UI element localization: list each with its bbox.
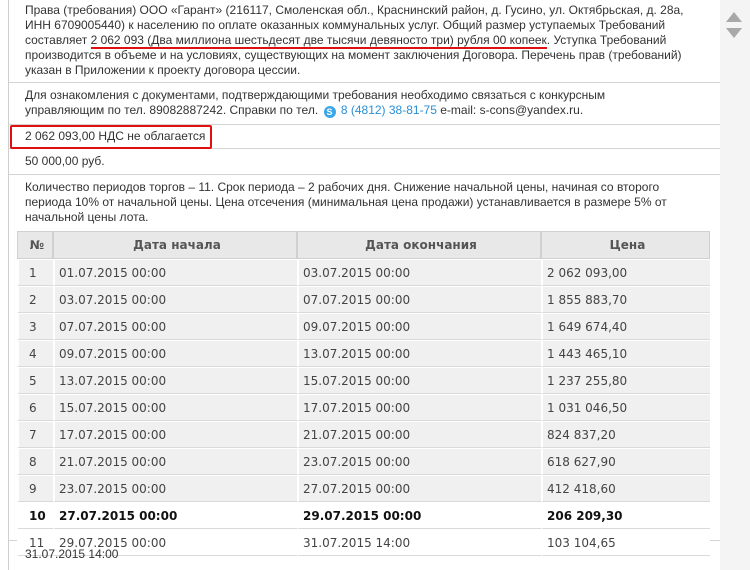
- table-header-row: № Дата начала Дата окончания Цена: [17, 231, 710, 259]
- cell-start-date: 27.07.2015 00:00: [53, 502, 297, 529]
- cell-end-date: 29.07.2015 00:00: [297, 502, 541, 529]
- cell-number: 6: [17, 394, 53, 421]
- cell-number: 9: [17, 475, 53, 502]
- column-header-start-date: Дата начала: [53, 231, 297, 259]
- column-header-end-date: Дата окончания: [297, 231, 541, 259]
- cell-number: 10: [17, 502, 53, 529]
- cell-start-date: 07.07.2015 00:00: [53, 313, 297, 340]
- column-header-price: Цена: [541, 231, 710, 259]
- lot-description: Права (требования) ООО «Гарант» (216117,…: [25, 3, 684, 78]
- contact-section: Для ознакомления с документами, подтверж…: [9, 82, 720, 125]
- cell-end-date: 13.07.2015 00:00: [297, 340, 541, 367]
- cell-end-date: 15.07.2015 00:00: [297, 367, 541, 394]
- cell-price: 618 627,90: [541, 448, 710, 475]
- cell-number: 5: [17, 367, 53, 394]
- end-date: 31.07.2015 14:00: [25, 547, 119, 561]
- scrollbar[interactable]: [720, 0, 750, 570]
- cell-start-date: 09.07.2015 00:00: [53, 340, 297, 367]
- cell-end-date: 23.07.2015 00:00: [297, 448, 541, 475]
- phone-link[interactable]: 8 (4812) 38-81-75: [341, 103, 437, 117]
- highlight-box: [10, 125, 212, 149]
- deposit-amount: 50 000,00 руб.: [25, 154, 105, 168]
- table-row: 4 09.07.2015 00:00 13.07.2015 00:00 1 44…: [17, 340, 710, 367]
- cell-price: 1 855 883,70: [541, 286, 710, 313]
- cell-end-date: 17.07.2015 00:00: [297, 394, 541, 421]
- skype-icon[interactable]: S: [323, 106, 336, 118]
- cell-price: 2 062 093,00: [541, 259, 710, 286]
- cell-price: 824 837,20: [541, 421, 710, 448]
- table-row: 5 13.07.2015 00:00 15.07.2015 00:00 1 23…: [17, 367, 710, 394]
- cell-end-date: 09.07.2015 00:00: [297, 313, 541, 340]
- cell-number: 8: [17, 448, 53, 475]
- deposit-section: 50 000,00 руб.: [9, 148, 720, 175]
- cell-end-date: 07.07.2015 00:00: [297, 286, 541, 313]
- column-header-number: №: [17, 231, 53, 259]
- cell-start-date: 13.07.2015 00:00: [53, 367, 297, 394]
- cell-start-date: 15.07.2015 00:00: [53, 394, 297, 421]
- cell-number: 3: [17, 313, 53, 340]
- cell-price: 1 443 465,10: [541, 340, 710, 367]
- cell-start-date: 03.07.2015 00:00: [53, 286, 297, 313]
- cell-price: 1 649 674,40: [541, 313, 710, 340]
- cell-end-date: 21.07.2015 00:00: [297, 421, 541, 448]
- lot-description-section: Права (требования) ООО «Гарант» (216117,…: [9, 0, 720, 83]
- cell-price: 206 209,30: [541, 502, 710, 529]
- cell-end-date: 27.07.2015 00:00: [297, 475, 541, 502]
- table-row: 9 23.07.2015 00:00 27.07.2015 00:00 412 …: [17, 475, 710, 502]
- scroll-up-arrow-icon[interactable]: [726, 12, 742, 22]
- table-row: 2 03.07.2015 00:00 07.07.2015 00:00 1 85…: [17, 286, 710, 313]
- cell-number: 1: [17, 259, 53, 286]
- table-row-current: 10 27.07.2015 00:00 29.07.2015 00:00 206…: [17, 502, 710, 529]
- scroll-down-arrow-icon[interactable]: [726, 28, 742, 38]
- cell-number: 2: [17, 286, 53, 313]
- cell-number: 4: [17, 340, 53, 367]
- cell-start-date: 17.07.2015 00:00: [53, 421, 297, 448]
- cell-price: 412 418,60: [541, 475, 710, 502]
- cell-number: 7: [17, 421, 53, 448]
- cell-start-date: 23.07.2015 00:00: [53, 475, 297, 502]
- cell-price: 1 237 255,80: [541, 367, 710, 394]
- table-row: 1 01.07.2015 00:00 03.07.2015 00:00 2 06…: [17, 259, 710, 286]
- cell-start-date: 21.07.2015 00:00: [53, 448, 297, 475]
- cell-end-date: 03.07.2015 00:00: [297, 259, 541, 286]
- periods-description: Количество периодов торгов – 11. Срок пе…: [25, 180, 667, 224]
- table-row: 6 15.07.2015 00:00 17.07.2015 00:00 1 03…: [17, 394, 710, 421]
- table-row: 3 07.07.2015 00:00 09.07.2015 00:00 1 64…: [17, 313, 710, 340]
- table-row: 8 21.07.2015 00:00 23.07.2015 00:00 618 …: [17, 448, 710, 475]
- cell-start-date: 01.07.2015 00:00: [53, 259, 297, 286]
- price-schedule-table: № Дата начала Дата окончания Цена 1 01.0…: [17, 231, 710, 556]
- contact-info: Для ознакомления с документами, подтверж…: [25, 88, 684, 118]
- email-text: e-mail: s-cons@yandex.ru.: [436, 103, 584, 117]
- cell-price: 1 031 046,50: [541, 394, 710, 421]
- table-row: 7 17.07.2015 00:00 21.07.2015 00:00 824 …: [17, 421, 710, 448]
- end-date-section: 31.07.2015 14:00: [9, 540, 720, 570]
- claim-amount-text: 2 062 093 (Два миллиона шестьдесят две т…: [90, 33, 547, 49]
